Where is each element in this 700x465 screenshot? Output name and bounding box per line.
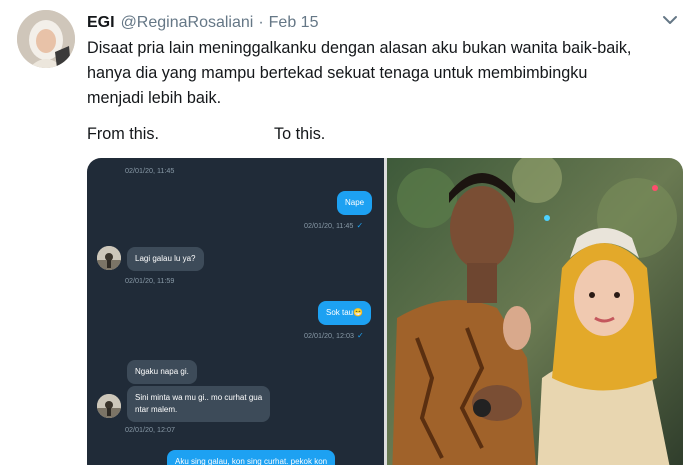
tweet-text: Disaat pria lain meninggalkanku dengan a… [87,36,687,111]
message-bubble-incoming: Sini minta wa mu gi.. mo curhat gua ntar… [127,386,271,422]
chat-avatar-image [97,394,121,418]
message-bubble-incoming: Lagi galau lu ya? [127,247,204,271]
message-timestamp: 02/01/20, 11:45 [125,166,175,175]
tweet-text-line: hanya dia yang mampu bertekad sekuat ten… [87,64,588,82]
chat-avatar-image [97,246,121,270]
check-icon: ✓ [356,221,364,230]
message-timestamp-text: 02/01/20, 12:03 [304,331,354,340]
display-name[interactable]: EGI [87,14,115,32]
chat-avatar [97,246,121,270]
tweet[interactable]: EGI @ReginaRosaliani · Feb 15 Disaat pri… [0,0,700,465]
message-timestamp: 02/01/20, 11:59 [125,276,175,285]
message-bubble-outgoing: Sok tau😁 [318,301,372,325]
caption-from: From this. [87,125,159,143]
tweet-date[interactable]: Feb 15 [269,14,319,32]
check-icon: ✓ [356,331,364,340]
chevron-down-icon[interactable] [660,13,680,27]
author-avatar[interactable] [17,10,75,68]
message-bubble-outgoing: Aku sing galau, kon sing curhat. pekok k… [167,450,336,465]
message-bubble-outgoing: Nape [337,191,373,215]
message-timestamp: 02/01/20, 11:45 ✓ [304,221,363,230]
tweet-text-line: menjadi lebih baik. [87,89,222,107]
couple-photo-image [387,158,683,465]
user-handle[interactable]: @ReginaRosaliani [121,14,254,32]
couple-photo[interactable] [387,158,683,465]
message-line: Sini minta wa mu gi.. mo curhat gua [135,393,263,402]
chat-screenshot[interactable]: 02/01/20, 11:45 Nape 02/01/20, 11:45 ✓ La… [87,158,384,465]
tweet-media[interactable]: 02/01/20, 11:45 Nape 02/01/20, 11:45 ✓ La… [87,158,683,465]
tweet-text-line: Disaat pria lain meninggalkanku dengan a… [87,39,632,57]
tweet-header: EGI @ReginaRosaliani · Feb 15 [87,12,318,34]
caption-to: To this. [274,125,326,143]
message-bubble-incoming: Ngaku napa gi. [127,360,197,384]
message-timestamp-text: 02/01/20, 11:45 [304,221,354,230]
author-avatar-image [17,10,75,68]
message-timestamp: 02/01/20, 12:03 ✓ [304,331,364,340]
chat-avatar [97,394,121,418]
separator-dot: · [258,14,264,31]
message-line: ntar malem. [135,405,178,414]
message-timestamp: 02/01/20, 12:07 [125,425,175,434]
